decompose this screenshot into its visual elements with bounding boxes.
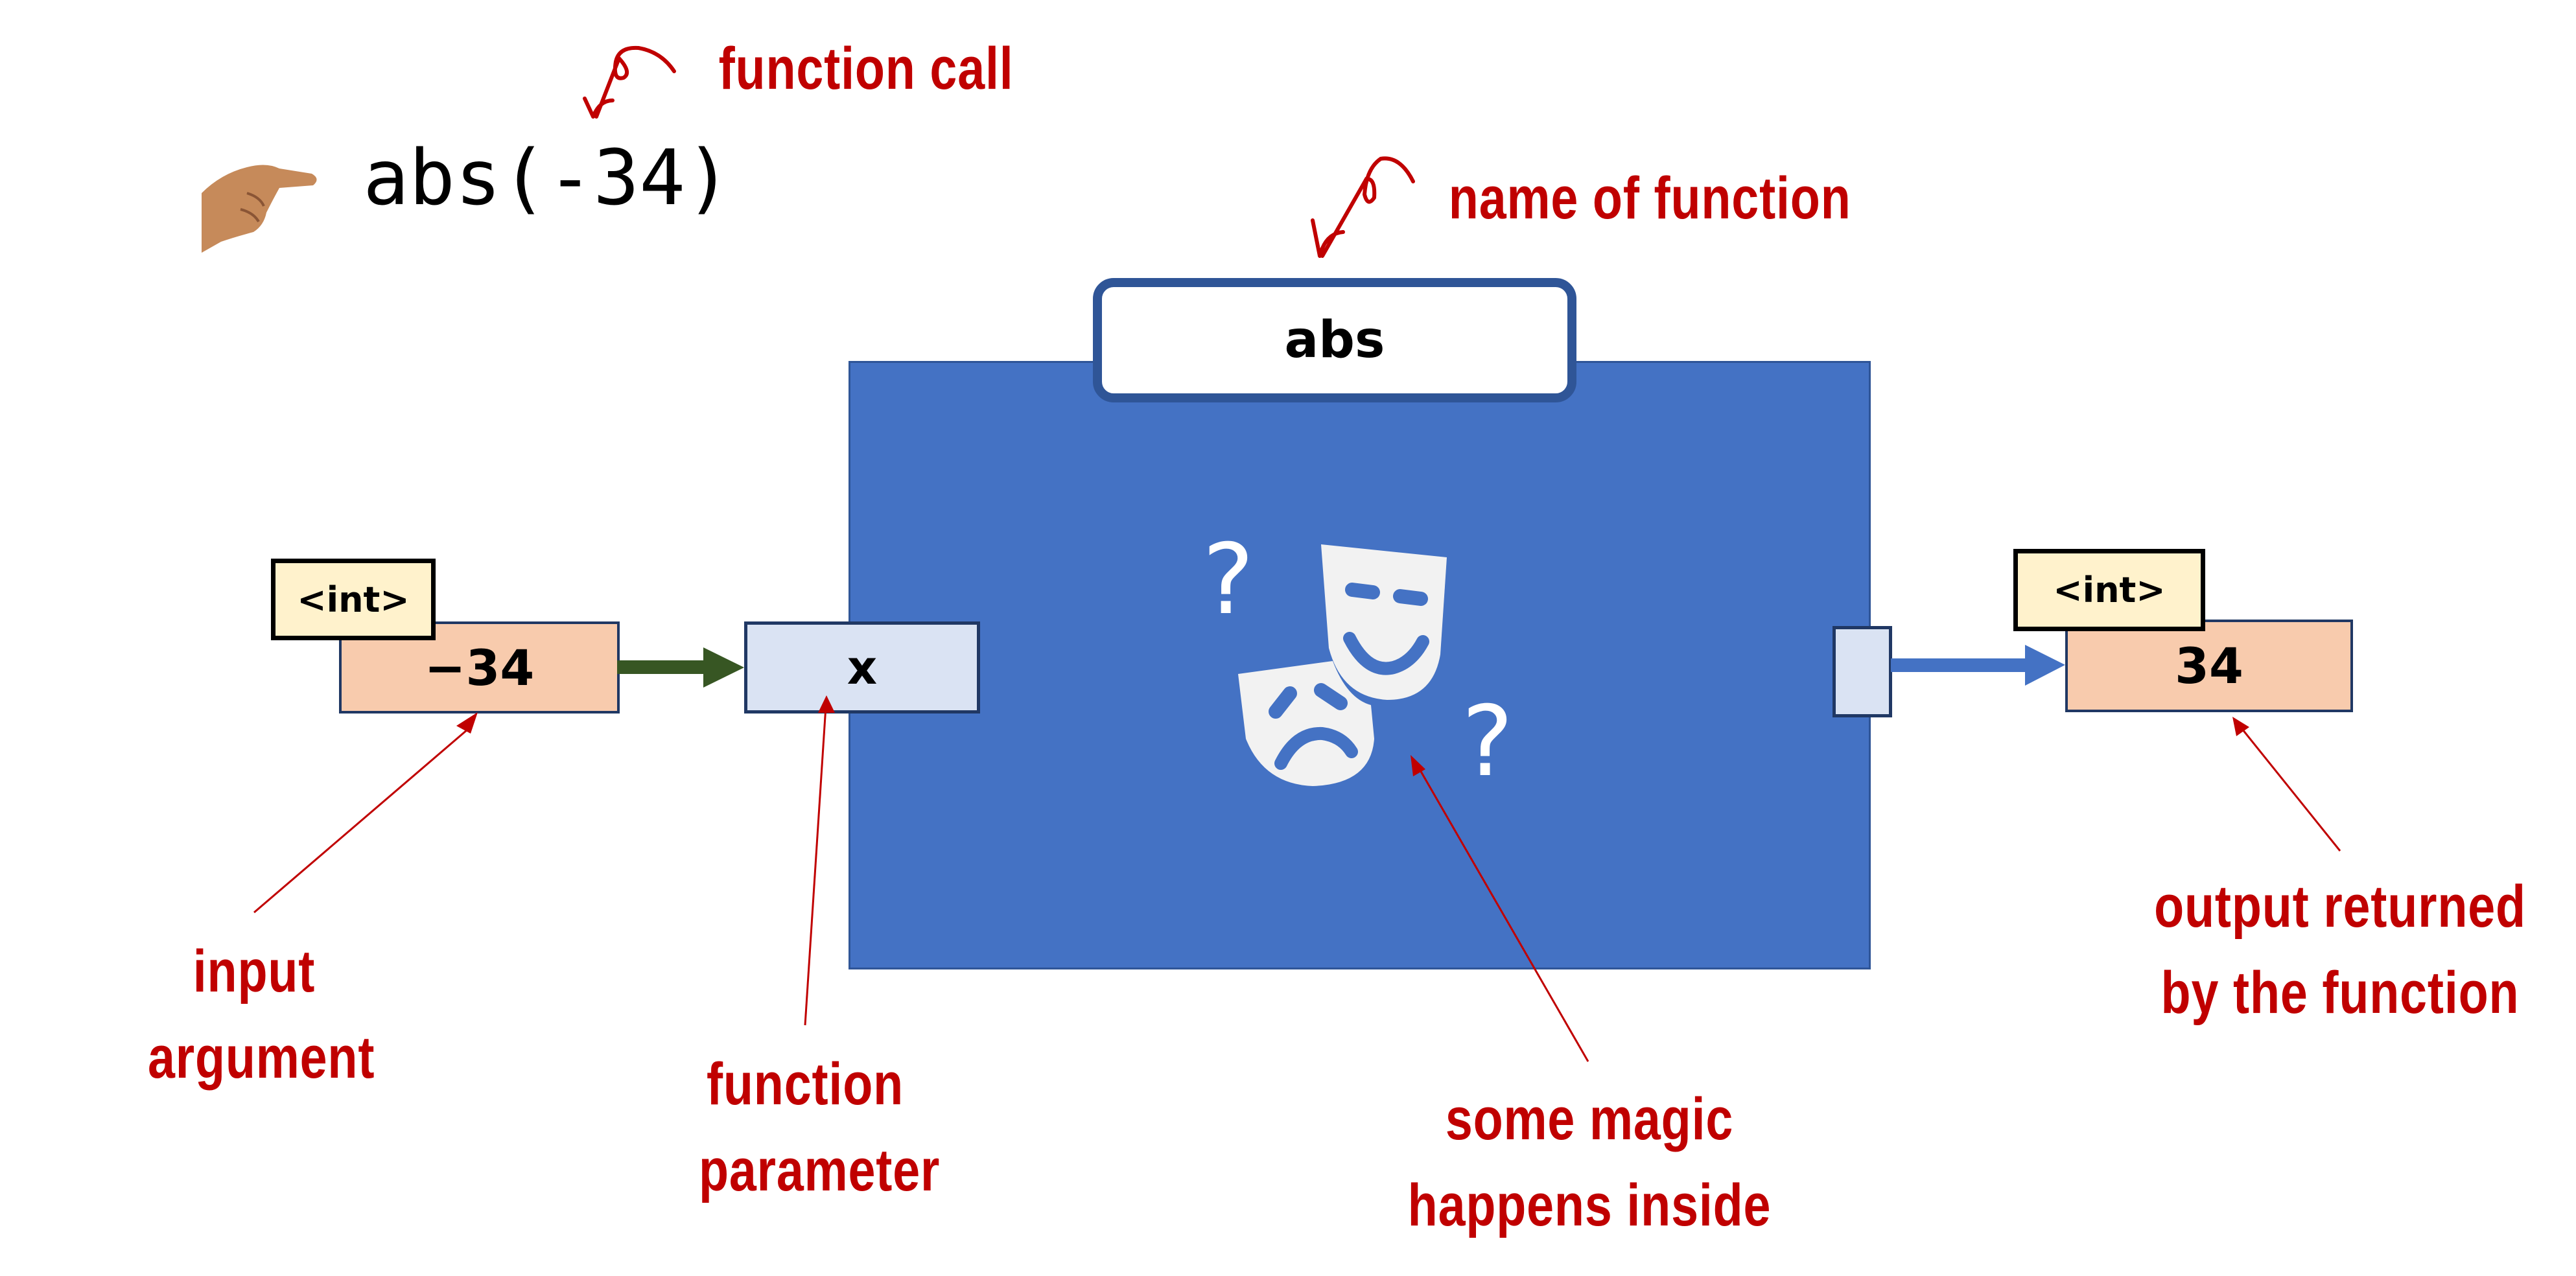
input-argument-pointer-head — [456, 712, 478, 734]
function-parameter-label-line1: function — [706, 1051, 904, 1117]
call-expression: abs(-34) — [363, 133, 732, 222]
input-value: −34 — [424, 638, 535, 697]
output-port — [1832, 626, 1892, 717]
pointing-hand-icon — [202, 165, 317, 253]
input-flow-arrow — [617, 647, 744, 688]
theater-masks-icon — [1238, 544, 1447, 786]
input-type: <int> — [297, 579, 410, 620]
input-argument-label-line1: input — [193, 938, 316, 1004]
input-type-tag: <int> — [271, 559, 436, 640]
function-call-label: function call — [718, 36, 1014, 102]
parameter-name: x — [847, 640, 878, 695]
function-name-curly-arrow-icon — [1311, 156, 1415, 258]
output-type-tag: <int> — [2013, 549, 2205, 631]
output-value: 34 — [2175, 637, 2243, 695]
input-argument-label-line2: argument — [148, 1025, 375, 1091]
output-value-box: 34 — [2065, 620, 2353, 712]
output-label-line2: by the function — [2160, 960, 2520, 1026]
parameter-pointer — [804, 706, 827, 1026]
output-label-line1: output returned — [2154, 874, 2526, 940]
output-type: <int> — [2053, 570, 2166, 610]
input-argument-pointer — [253, 725, 473, 914]
parameter-box: x — [744, 621, 980, 713]
function-parameter-label-line2: parameter — [699, 1137, 941, 1203]
comedy-mask-icon — [1321, 544, 1447, 700]
magic-label-line1: some magic — [1445, 1086, 1734, 1152]
function-name-label: name of function — [1448, 165, 1851, 231]
function-name: abs — [1284, 311, 1385, 369]
function-call-curly-arrow-icon — [583, 45, 676, 119]
output-pointer-head — [2232, 717, 2249, 736]
function-name-tab: abs — [1093, 278, 1576, 402]
magic-label-line2: happens inside — [1407, 1172, 1772, 1238]
output-pointer — [2238, 725, 2341, 852]
output-flow-arrow — [1891, 645, 2065, 686]
